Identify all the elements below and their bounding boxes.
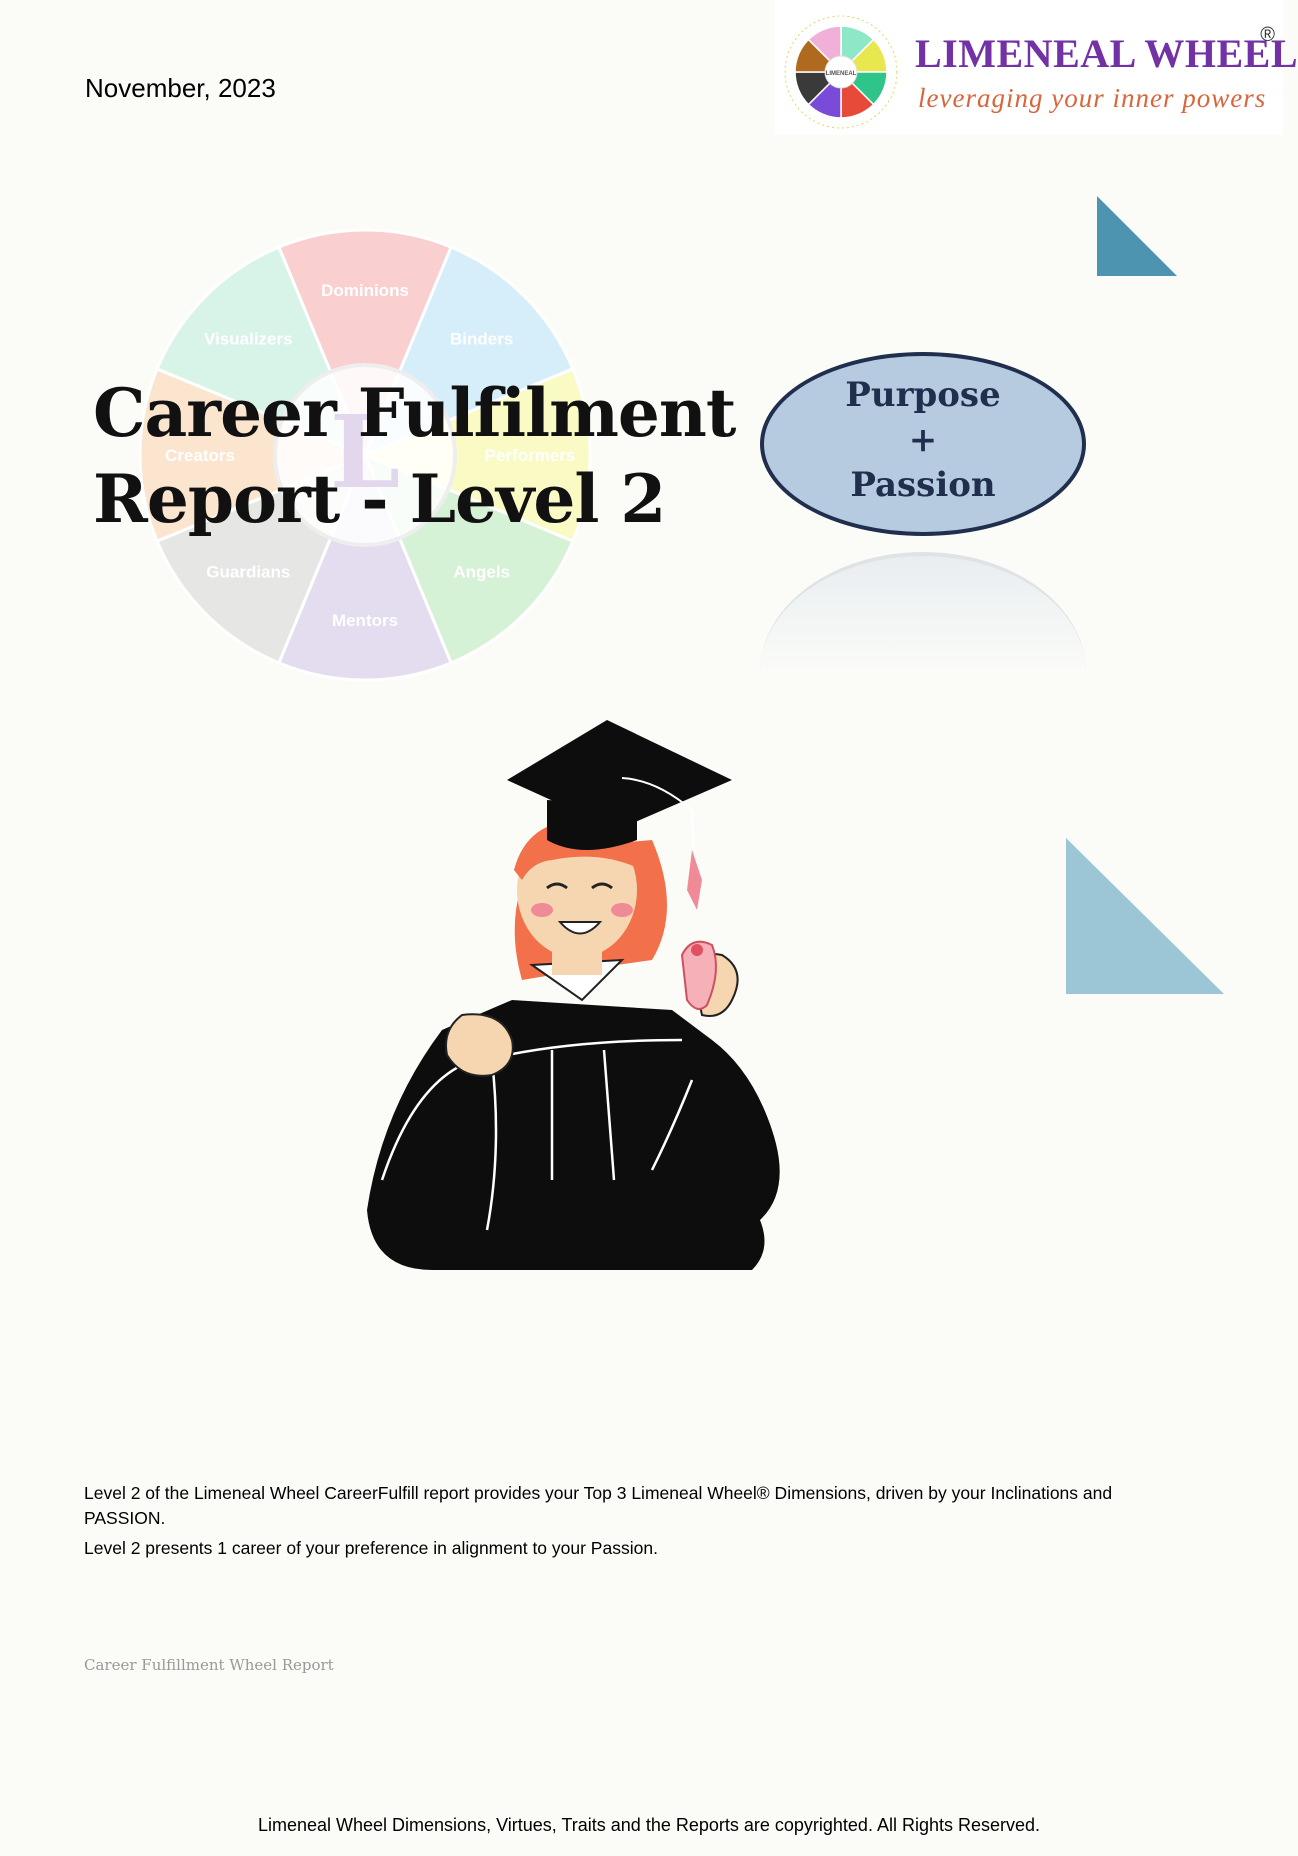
background-wheel-label: Dominions: [321, 281, 409, 300]
graduate-illustration: [367, 720, 780, 1270]
report-title: Career Fulfilment Report - Level 2: [93, 370, 736, 542]
background-wheel-label: Visualizers: [204, 329, 293, 348]
report-description: Level 2 of the Limeneal Wheel CareerFulf…: [84, 1481, 1134, 1566]
oval-line-passion: Passion: [850, 465, 996, 505]
decorative-triangle-middle: [1066, 838, 1224, 994]
description-paragraph-2: Level 2 presents 1 career of your prefer…: [84, 1538, 658, 1558]
purpose-passion-oval: Purpose + Passion: [760, 352, 1086, 536]
oval-reflection: [760, 552, 1086, 672]
background-wheel-label: Angels: [453, 563, 510, 582]
logo-wheel-center-text: LIMENEAL: [826, 71, 857, 77]
description-paragraph-1: Level 2 of the Limeneal Wheel CareerFulf…: [84, 1483, 1113, 1528]
brand-name: LIMENEAL WHEEL: [915, 31, 1298, 76]
logo-wheel-icon: LIMENEAL: [784, 15, 898, 129]
report-date: November, 2023: [85, 73, 276, 103]
report-title-line1: Career Fulfilment: [93, 374, 736, 452]
footer-report-label: Career Fulfillment Wheel Report: [84, 1656, 334, 1674]
decorative-triangle-top: [1097, 196, 1177, 276]
background-wheel-label: Mentors: [332, 611, 398, 630]
oval-line-plus: +: [908, 420, 938, 460]
brand-tagline: leveraging your inner powers: [918, 83, 1267, 113]
copyright-notice: Limeneal Wheel Dimensions, Virtues, Trai…: [257, 1815, 1041, 1835]
report-title-line2: Report - Level 2: [93, 460, 666, 538]
background-wheel-label: Guardians: [206, 563, 290, 582]
background-wheel-label: Binders: [450, 329, 513, 348]
oval-line-purpose: Purpose: [845, 375, 1001, 415]
brand-logo: LIMENEAL LIMENEAL WHEEL ® leveraging you…: [775, 0, 1298, 135]
registered-mark: ®: [1260, 24, 1275, 46]
